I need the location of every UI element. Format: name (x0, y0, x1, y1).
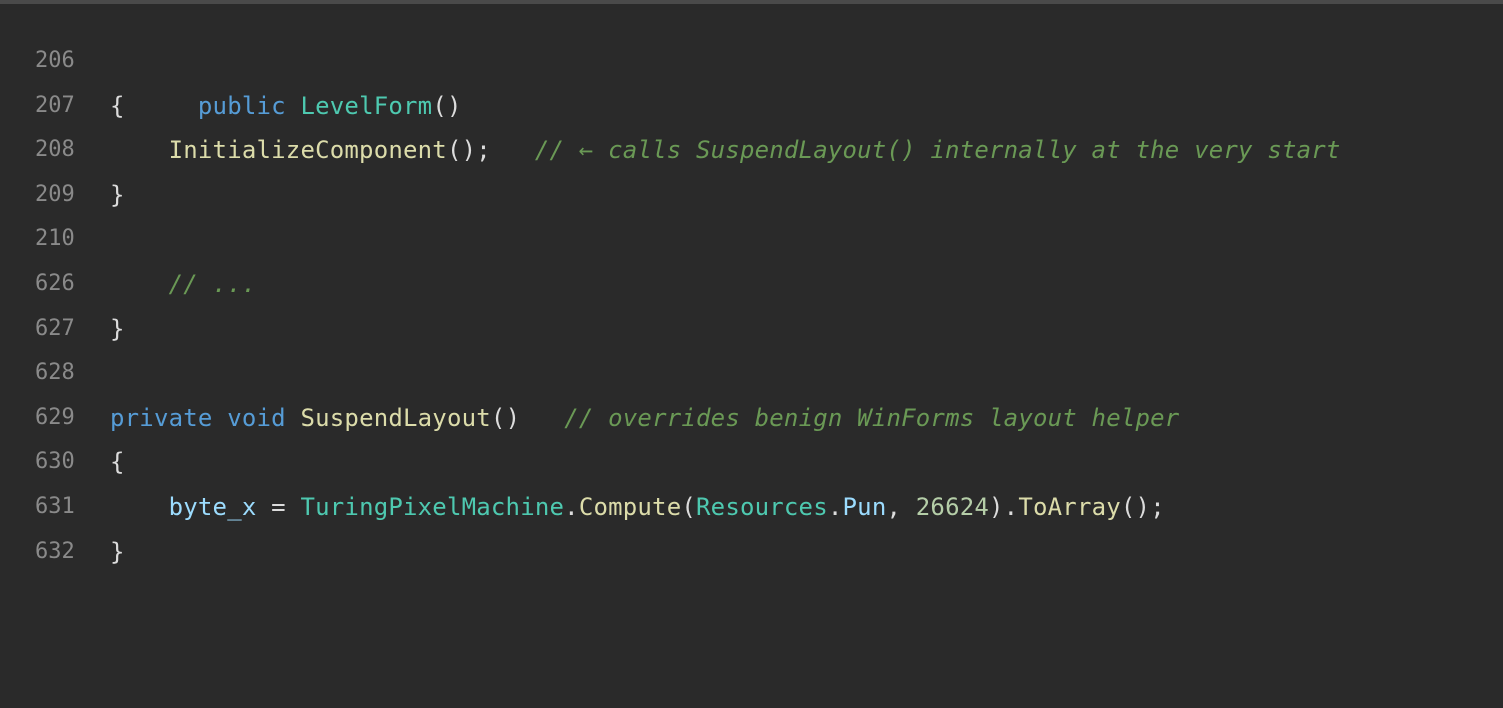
code-token: { (110, 448, 125, 477)
line-number: 207 (35, 92, 75, 118)
line-number: 631 (35, 493, 75, 519)
code-token: () (490, 403, 521, 432)
code-token: ToArray (1018, 492, 1121, 521)
code-token: Pun (842, 492, 887, 521)
code-line[interactable]: 209 } (0, 173, 1503, 218)
code-token: . (564, 492, 579, 521)
code-token: private (110, 403, 213, 432)
line-content[interactable]: // ... (110, 262, 257, 307)
code-token: TuringPixelMachine (300, 492, 565, 521)
line-number: 628 (35, 360, 75, 386)
code-token: SuspendLayout (300, 403, 491, 432)
line-number: 209 (35, 181, 75, 207)
line-content[interactable]: { (110, 440, 125, 485)
code-line[interactable]: 631 byte_x = TuringPixelMachine.Compute(… (0, 485, 1503, 530)
code-token: { (110, 91, 125, 120)
line-content[interactable]: byte_x = TuringPixelMachine.Compute(Reso… (110, 485, 1165, 530)
line-number: 626 (35, 270, 75, 296)
code-token: void (227, 403, 286, 432)
code-line[interactable]: 630 { (0, 440, 1503, 485)
code-token: Compute (578, 492, 682, 521)
code-line[interactable]: 207 { (0, 84, 1503, 129)
code-comment: // overrides benign WinForms layout help… (564, 403, 1180, 432)
code-line[interactable]: 206 public LevelForm() (0, 39, 1503, 120)
code-token: } (110, 314, 125, 343)
code-token: 26624 (915, 492, 990, 521)
code-token: InitializeComponent (168, 136, 447, 165)
code-token: } (110, 537, 125, 566)
code-comment: // ... (168, 269, 257, 298)
code-line[interactable]: 632 } (0, 530, 1503, 575)
line-number: 627 (35, 315, 75, 341)
code-editor[interactable]: 206 public LevelForm() 207 { 208 Initial… (0, 39, 1503, 574)
line-number: 632 (35, 538, 75, 564)
window-top-border (0, 0, 1503, 4)
code-token: , (886, 492, 916, 521)
code-token: byte_x (168, 492, 257, 521)
code-token: ). (989, 492, 1019, 521)
code-token: Resources (696, 492, 828, 521)
code-line[interactable]: 626 // ... (0, 262, 1503, 307)
line-number: 630 (35, 449, 75, 475)
code-line[interactable]: 628 (0, 351, 1503, 396)
code-token: (); (446, 136, 491, 165)
line-number: 206 (35, 48, 75, 73)
code-token: (); (1120, 492, 1165, 521)
line-content[interactable]: InitializeComponent(); // ← calls Suspen… (110, 128, 1341, 173)
line-content[interactable]: private void SuspendLayout() // override… (110, 396, 1179, 441)
code-line[interactable]: 627 } (0, 307, 1503, 352)
code-comment: // ← calls SuspendLayout() internally at… (534, 136, 1341, 165)
line-content[interactable]: } (110, 530, 125, 575)
code-line[interactable]: 210 (0, 217, 1503, 262)
line-number: 629 (35, 404, 75, 430)
line-content[interactable]: } (110, 173, 125, 218)
code-token: } (110, 180, 125, 209)
code-token: . (827, 492, 843, 521)
line-number: 210 (35, 226, 75, 252)
code-token: ( (681, 492, 697, 521)
line-content[interactable]: } (110, 307, 125, 352)
code-token: = (256, 492, 301, 521)
line-content[interactable]: { (110, 84, 125, 129)
code-line[interactable]: 629 private void SuspendLayout() // over… (0, 396, 1503, 441)
code-line[interactable]: 208 InitializeComponent(); // ← calls Su… (0, 128, 1503, 173)
line-number: 208 (35, 137, 75, 163)
